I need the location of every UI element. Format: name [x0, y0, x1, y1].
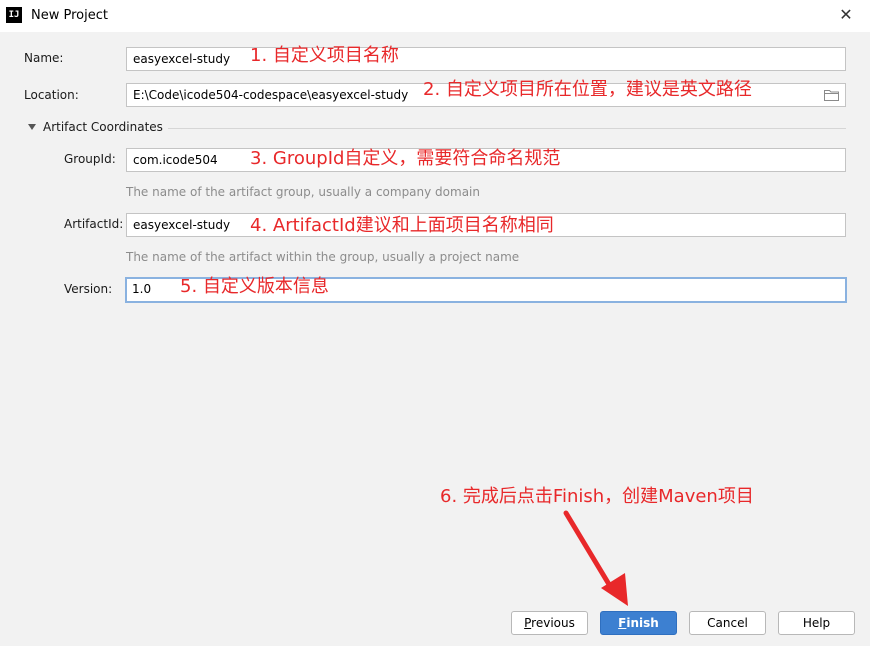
close-icon[interactable]: ✕ — [836, 5, 856, 25]
groupid-hint: The name of the artifact group, usually … — [126, 185, 480, 199]
section-title: Artifact Coordinates — [43, 120, 163, 134]
location-value: E:\Code\icode504-codespace\easyexcel-stu… — [133, 88, 409, 102]
finish-label: inish — [626, 616, 659, 630]
folder-icon[interactable] — [824, 89, 839, 101]
section-divider — [168, 128, 846, 129]
annotation-2: 2. 自定义项目所在位置，建议是英文路径 — [423, 79, 752, 100]
name-input[interactable]: easyexcel-study — [126, 47, 846, 71]
title-bar: IJ New Project ✕ — [0, 0, 870, 32]
arrow-annotation-icon — [563, 510, 628, 606]
artifactid-label: ArtifactId: — [64, 217, 124, 231]
help-button[interactable]: Help — [778, 611, 855, 635]
collapse-triangle-icon — [28, 124, 36, 130]
cancel-button[interactable]: Cancel — [689, 611, 766, 635]
annotation-3: 3. GroupId自定义，需要符合命名规范 — [250, 148, 561, 169]
location-label: Location: — [24, 88, 79, 102]
name-label: Name: — [24, 51, 64, 65]
version-label: Version: — [64, 282, 113, 296]
finish-button[interactable]: Finish — [600, 611, 677, 635]
artifactid-hint: The name of the artifact within the grou… — [126, 250, 520, 264]
annotation-1: 1. 自定义项目名称 — [250, 45, 399, 66]
previous-label: revious — [531, 616, 575, 630]
groupid-label: GroupId: — [64, 152, 116, 166]
window-title: New Project — [31, 8, 108, 23]
artifact-coordinates-toggle[interactable]: Artifact Coordinates — [28, 120, 163, 136]
annotation-4: 4. ArtifactId建议和上面项目名称相同 — [250, 215, 554, 236]
intellij-app-icon: IJ — [6, 7, 22, 23]
annotation-5: 5. 自定义版本信息 — [180, 276, 329, 297]
previous-button[interactable]: Previous — [511, 611, 588, 635]
